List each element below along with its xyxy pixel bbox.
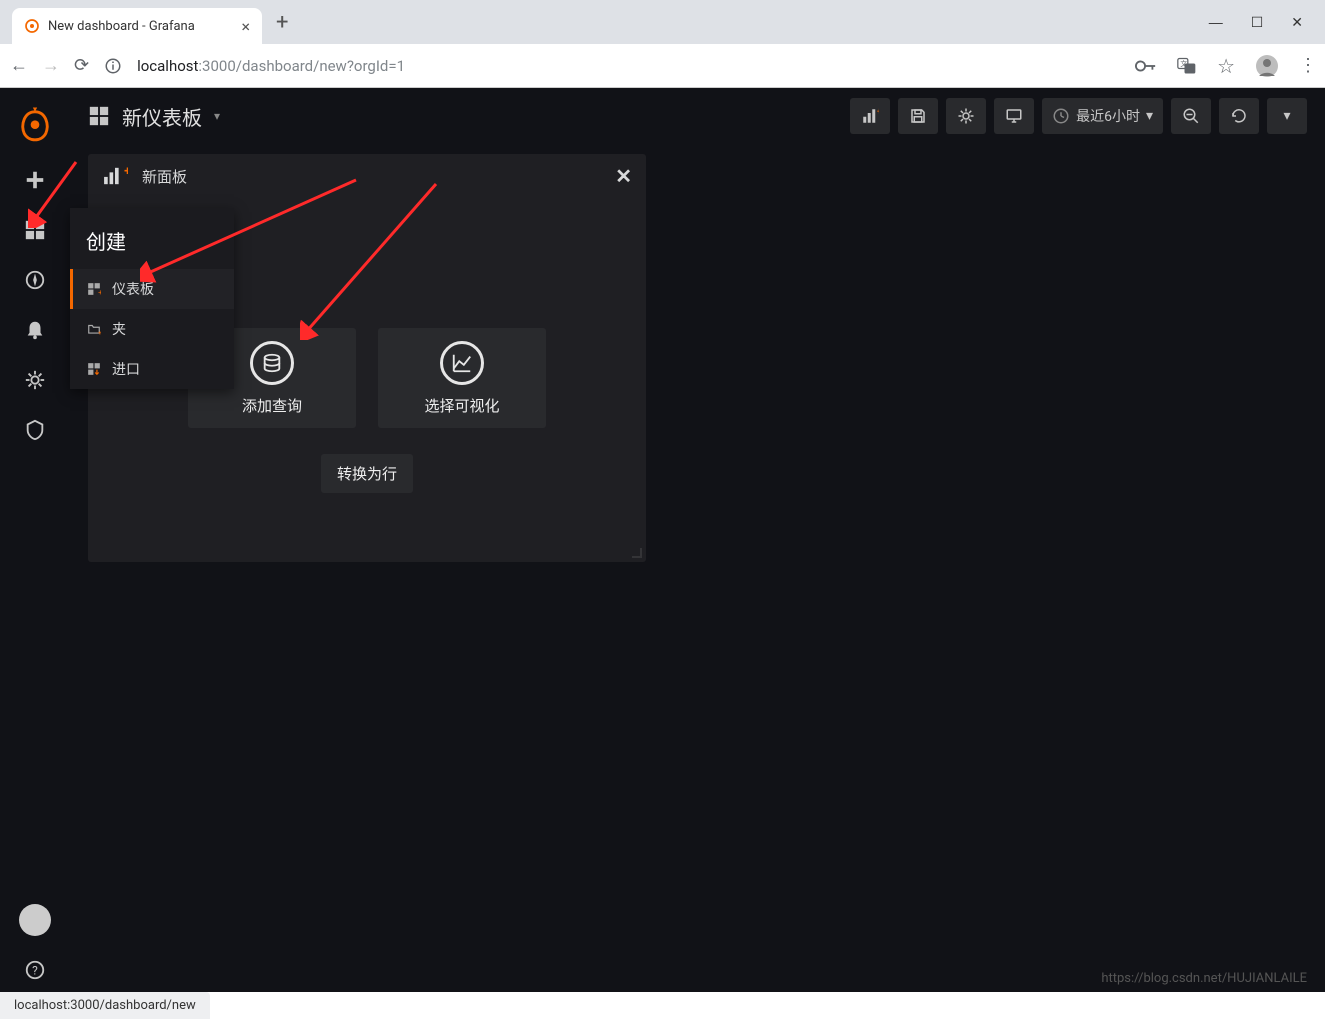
tab-bar: New dashboard - Grafana × + — ☐ ✕ [0,0,1325,44]
panel-footer: 转换为行 [88,454,646,493]
profile-icon[interactable] [1255,54,1279,78]
cycle-view-button[interactable] [994,98,1034,134]
key-icon[interactable] [1135,57,1157,75]
clock-icon [1052,107,1070,125]
gear-icon [957,107,975,125]
import-small-icon [86,362,102,376]
database-icon [250,341,294,385]
flyout-item-label: 仪表板 [112,279,154,299]
close-window-button[interactable]: ✕ [1291,14,1303,31]
flyout-item-label: 进口 [112,359,140,379]
bookmark-icon[interactable]: ☆ [1217,54,1235,78]
sidebar-create[interactable] [13,158,57,202]
choose-viz-label: 选择可视化 [424,395,499,416]
sidebar-config[interactable] [13,358,57,402]
svg-text:+: + [877,108,879,118]
add-panel-icon: + [861,107,879,125]
panel-title: 新面板 [142,166,187,187]
settings-button[interactable] [946,98,986,134]
save-button[interactable] [898,98,938,134]
browser-chrome: New dashboard - Grafana × + — ☐ ✕ ← → ⟳ … [0,0,1325,88]
main-area: 新仪表板 ▾ + 最近6小时 ▾ ▾ + [70,88,1325,992]
watermark: https://blog.csdn.net/HUJIANLAILE [1101,971,1307,986]
svg-text:+: + [124,166,128,179]
sidebar-help[interactable]: ? [13,948,57,992]
svg-text:?: ? [32,964,38,978]
menu-icon[interactable]: ⋮ [1299,55,1315,76]
add-panel-button[interactable]: + [850,98,890,134]
grafana-app: ? 新仪表板 ▾ + 最近6小时 ▾ ▾ [0,88,1325,992]
forward-button: → [42,55,60,76]
svg-text:+: + [98,329,101,336]
convert-row-label: 转换为行 [337,465,397,483]
window-controls: — ☐ ✕ [1209,14,1325,31]
minimize-button[interactable]: — [1209,14,1223,31]
flyout-item-label: 夹 [112,319,126,339]
grafana-logo-icon[interactable] [17,106,53,142]
svg-text:文: 文 [1180,59,1187,68]
panel-close-button[interactable]: ✕ [615,164,632,188]
maximize-button[interactable]: ☐ [1251,14,1264,31]
sidebar-alerting[interactable] [13,308,57,352]
flyout-title: 创建 [70,208,234,269]
address-bar-actions: 文 ☆ ⋮ [1135,54,1315,78]
topbar: 新仪表板 ▾ + 最近6小时 ▾ ▾ [70,88,1325,144]
tab-title: New dashboard - Grafana [48,19,233,34]
resize-handle[interactable] [632,548,642,558]
site-info-icon[interactable] [103,57,123,75]
dashboard-small-icon: + [86,282,102,296]
zoom-out-button[interactable] [1171,98,1211,134]
time-range-label: 最近6小时 [1076,106,1140,126]
chevron-down-icon: ▾ [1146,108,1153,124]
sidebar-user-avatar[interactable] [13,898,57,942]
svg-text:+: + [98,288,101,296]
browser-tab[interactable]: New dashboard - Grafana × [12,8,262,44]
address-bar: ← → ⟳ localhost:3000/dashboard/new?orgId… [0,44,1325,88]
grafana-favicon-icon [24,18,40,34]
dashboard-canvas: + 新面板 ✕ 添加查询 [70,144,1325,572]
apps-icon [88,105,110,127]
refresh-button[interactable] [1219,98,1259,134]
browser-statusbar: localhost:3000/dashboard/new [0,992,1325,1019]
add-query-label: 添加查询 [242,395,302,416]
monitor-icon [1005,107,1023,125]
sidebar-explore[interactable] [13,258,57,302]
dashboard-title-dropdown[interactable]: 新仪表板 ▾ [88,102,220,131]
sidebar: ? [0,88,70,992]
save-icon [909,107,927,125]
choose-visualization-button[interactable]: 选择可视化 [378,328,546,428]
dashboard-title-text: 新仪表板 [122,102,202,131]
url-field[interactable]: localhost:3000/dashboard/new?orgId=1 [137,57,1121,75]
panel-add-icon: + [102,166,128,186]
zoom-out-icon [1182,107,1200,125]
create-flyout-menu: 创建 + 仪表板 + 夹 进口 [70,208,234,389]
new-tab-button[interactable]: + [262,10,302,35]
panel-header: + 新面板 ✕ [88,154,646,198]
back-button[interactable]: ← [10,55,28,76]
time-picker[interactable]: 最近6小时 ▾ [1042,98,1163,134]
translate-icon[interactable]: 文 [1177,57,1197,75]
sidebar-dashboards[interactable] [13,208,57,252]
flyout-item-import[interactable]: 进口 [70,349,234,389]
hover-url: localhost:3000/dashboard/new [0,992,210,1019]
chevron-down-icon: ▾ [214,109,220,123]
url-path: :3000/dashboard/new?orgId=1 [198,57,405,75]
folder-small-icon: + [86,322,102,336]
chevron-down-icon: ▾ [1283,108,1290,124]
flyout-item-dashboard[interactable]: + 仪表板 [70,269,234,309]
sidebar-admin[interactable] [13,408,57,452]
refresh-icon [1230,107,1248,125]
flyout-item-folder[interactable]: + 夹 [70,309,234,349]
close-tab-icon[interactable]: × [241,17,250,36]
refresh-interval-dropdown[interactable]: ▾ [1267,98,1307,134]
url-host: localhost [137,57,198,75]
reload-button[interactable]: ⟳ [74,55,89,76]
convert-to-row-button[interactable]: 转换为行 [321,454,413,493]
chart-icon [440,341,484,385]
